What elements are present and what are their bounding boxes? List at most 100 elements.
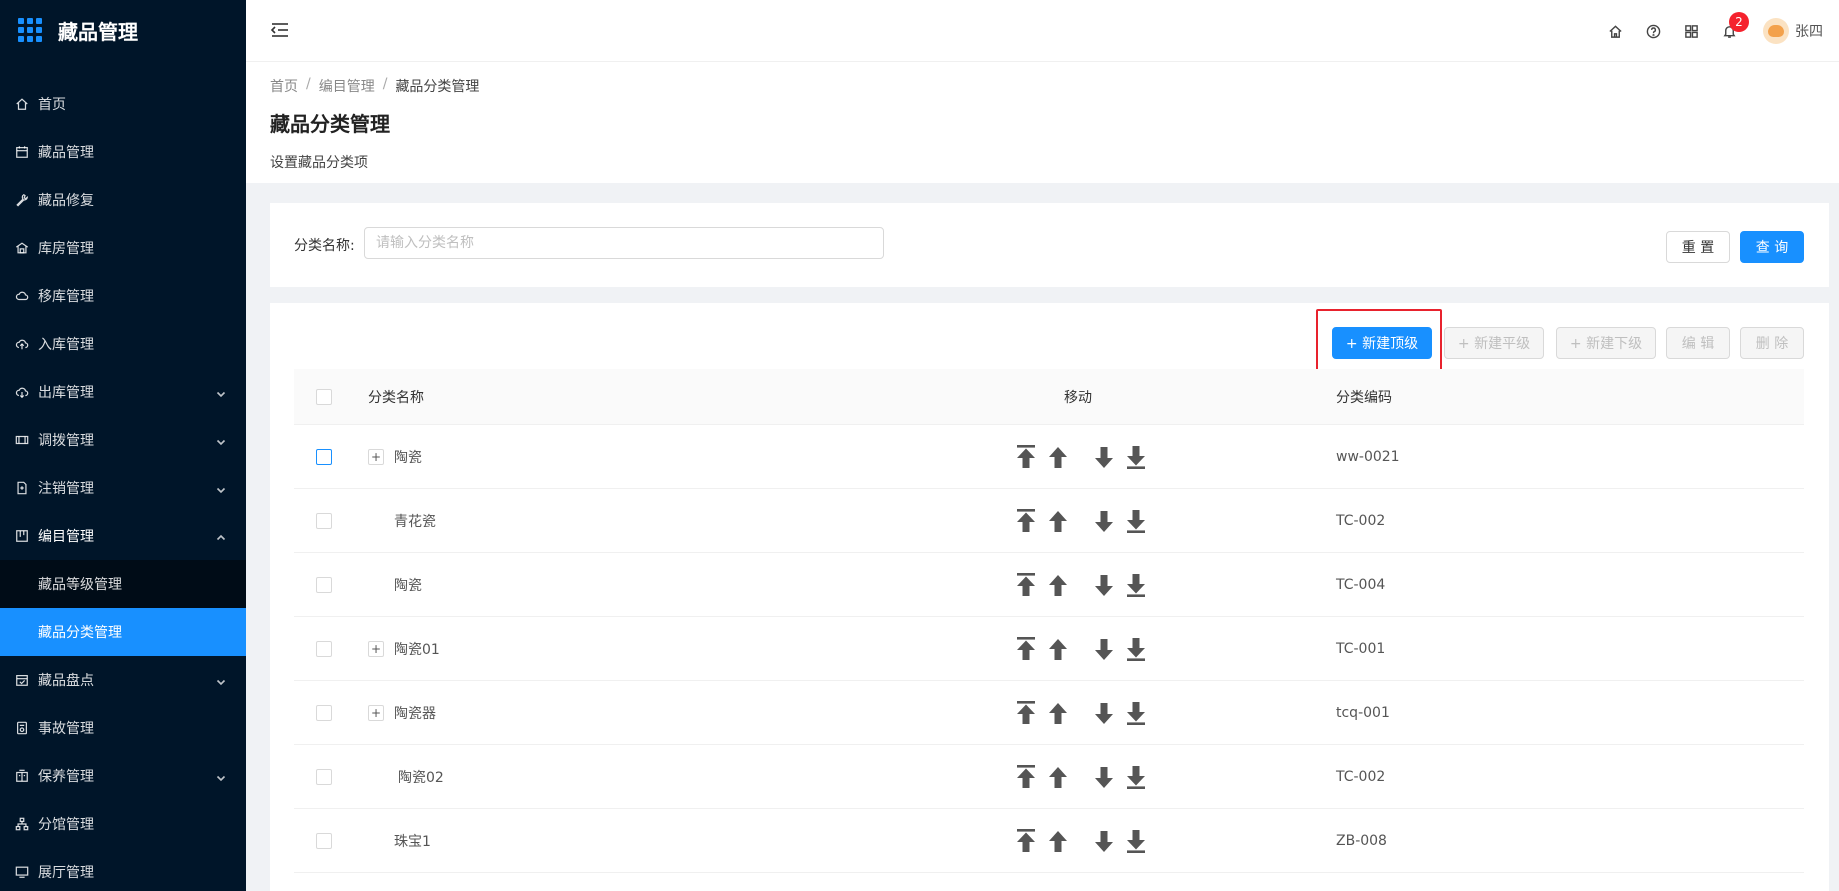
move-bottom-icon[interactable]: [1124, 508, 1148, 534]
move-top-icon[interactable]: [1014, 572, 1038, 598]
table-row[interactable]: + 陶瓷 ww-0021: [294, 425, 1804, 489]
building-icon: [14, 768, 30, 784]
move-down-icon[interactable]: [1092, 828, 1116, 854]
move-down-icon[interactable]: [1092, 508, 1116, 534]
sidebar-item-label: 事故管理: [38, 721, 94, 737]
breadcrumb-current: 藏品分类管理: [395, 79, 480, 95]
breadcrumb-catalog[interactable]: 编目管理: [319, 76, 375, 96]
move-up-icon[interactable]: [1046, 636, 1070, 662]
column-header-name: 分类名称: [368, 389, 424, 406]
row-name-cell: 陶瓷02: [368, 767, 444, 787]
apps-icon[interactable]: [1683, 23, 1699, 39]
header-actions: 2 张四: [1585, 0, 1823, 62]
new-child-button[interactable]: + 新建下级: [1556, 327, 1656, 359]
row-name: 珠宝1: [394, 833, 431, 850]
row-move-cell: [1014, 572, 1156, 598]
sidebar-item-10[interactable]: 藏品盘点: [0, 656, 246, 704]
column-header-code: 分类编码: [1336, 389, 1392, 406]
query-button[interactable]: 查 询: [1740, 231, 1804, 263]
row-code: tcq-001: [1336, 704, 1390, 721]
row-checkbox[interactable]: [316, 448, 332, 465]
sidebar-item-4[interactable]: 移库管理: [0, 272, 246, 320]
chevron-down-icon: [216, 483, 226, 494]
table-header: 分类名称 移动 分类编码: [294, 369, 1804, 425]
breadcrumb-home[interactable]: 首页: [270, 76, 298, 96]
move-up-icon[interactable]: [1046, 508, 1070, 534]
sidebar-item-7[interactable]: 调拨管理: [0, 416, 246, 464]
table-row[interactable]: + 陶瓷01 TC-001: [294, 617, 1804, 681]
move-up-icon[interactable]: [1046, 444, 1070, 470]
help-icon[interactable]: [1645, 23, 1661, 39]
sidebar-item-12[interactable]: 保养管理: [0, 752, 246, 800]
edit-button[interactable]: 编 辑: [1666, 327, 1730, 359]
row-name-cell: + 陶瓷器: [368, 703, 436, 723]
move-up-icon[interactable]: [1046, 572, 1070, 598]
move-bottom-icon[interactable]: [1124, 828, 1148, 854]
new-top-level-button[interactable]: + 新建顶级: [1332, 327, 1432, 359]
sidebar-item-1[interactable]: 藏品管理: [0, 128, 246, 176]
move-down-icon[interactable]: [1092, 764, 1116, 790]
row-checkbox[interactable]: [316, 832, 332, 849]
delete-button[interactable]: 删 除: [1740, 327, 1804, 359]
row-checkbox[interactable]: [316, 768, 332, 785]
move-up-icon[interactable]: [1046, 700, 1070, 726]
row-checkbox[interactable]: [316, 640, 332, 657]
move-down-icon[interactable]: [1092, 700, 1116, 726]
move-top-icon[interactable]: [1014, 700, 1038, 726]
row-checkbox[interactable]: [316, 576, 332, 593]
home-icon[interactable]: [1607, 23, 1623, 39]
move-up-icon[interactable]: [1046, 764, 1070, 790]
sidebar-item-13[interactable]: 分馆管理: [0, 800, 246, 848]
move-top-icon[interactable]: [1014, 508, 1038, 534]
sidebar-item-14[interactable]: 展厅管理: [0, 848, 246, 891]
row-checkbox[interactable]: [316, 704, 332, 721]
sidebar-item-8[interactable]: 注销管理: [0, 464, 246, 512]
sidebar-item-5[interactable]: 入库管理: [0, 320, 246, 368]
move-bottom-icon[interactable]: [1124, 444, 1148, 470]
page-title: 藏品分类管理: [270, 112, 390, 136]
table-row[interactable]: + 陶瓷器 tcq-001: [294, 681, 1804, 745]
select-all-checkbox[interactable]: [316, 388, 332, 405]
move-top-icon[interactable]: [1014, 764, 1038, 790]
bell-icon[interactable]: 2: [1721, 12, 1749, 39]
branch-icon: [14, 816, 30, 832]
row-name-cell: 陶瓷: [368, 575, 422, 595]
move-top-icon[interactable]: [1014, 636, 1038, 662]
sidebar-item-9[interactable]: 编目管理: [0, 512, 246, 560]
move-top-icon[interactable]: [1014, 444, 1038, 470]
sidebar-submenu: 藏品等级管理 藏品分类管理: [0, 560, 246, 656]
move-down-icon[interactable]: [1092, 636, 1116, 662]
new-sibling-button[interactable]: + 新建平级: [1444, 327, 1544, 359]
sidebar-item-6[interactable]: 出库管理: [0, 368, 246, 416]
row-checkbox[interactable]: [316, 512, 332, 529]
category-name-input[interactable]: [364, 227, 884, 259]
table-row[interactable]: 珠宝1 ZB-008: [294, 809, 1804, 873]
sidebar-item-11[interactable]: 事故管理: [0, 704, 246, 752]
monitor-icon: [14, 864, 30, 880]
table-row[interactable]: 青花瓷 TC-002: [294, 489, 1804, 553]
chevron-down-icon: [216, 435, 226, 446]
user-menu[interactable]: 张四: [1763, 18, 1823, 44]
table-row[interactable]: 陶瓷02 TC-002: [294, 745, 1804, 809]
sidebar-subitem-1[interactable]: 藏品分类管理: [0, 608, 246, 656]
move-up-icon[interactable]: [1046, 828, 1070, 854]
sidebar-item-3[interactable]: 库房管理: [0, 224, 246, 272]
expand-icon[interactable]: +: [368, 448, 384, 465]
reset-button[interactable]: 重 置: [1666, 231, 1730, 263]
sidebar-subitem-0[interactable]: 藏品等级管理: [0, 560, 246, 608]
move-down-icon[interactable]: [1092, 444, 1116, 470]
move-bottom-icon[interactable]: [1124, 764, 1148, 790]
move-bottom-icon[interactable]: [1124, 572, 1148, 598]
menu-fold-icon[interactable]: [270, 20, 290, 40]
expand-icon[interactable]: +: [368, 704, 384, 721]
expand-icon[interactable]: +: [368, 640, 384, 657]
sidebar-item-2[interactable]: 藏品修复: [0, 176, 246, 224]
sidebar-item-label: 首页: [38, 97, 66, 113]
move-down-icon[interactable]: [1092, 572, 1116, 598]
move-bottom-icon[interactable]: [1124, 700, 1148, 726]
table-row[interactable]: 陶瓷 TC-004: [294, 553, 1804, 617]
move-top-icon[interactable]: [1014, 828, 1038, 854]
sidebar-item-0[interactable]: 首页: [0, 80, 246, 128]
row-move-cell: [1014, 508, 1156, 534]
move-bottom-icon[interactable]: [1124, 636, 1148, 662]
